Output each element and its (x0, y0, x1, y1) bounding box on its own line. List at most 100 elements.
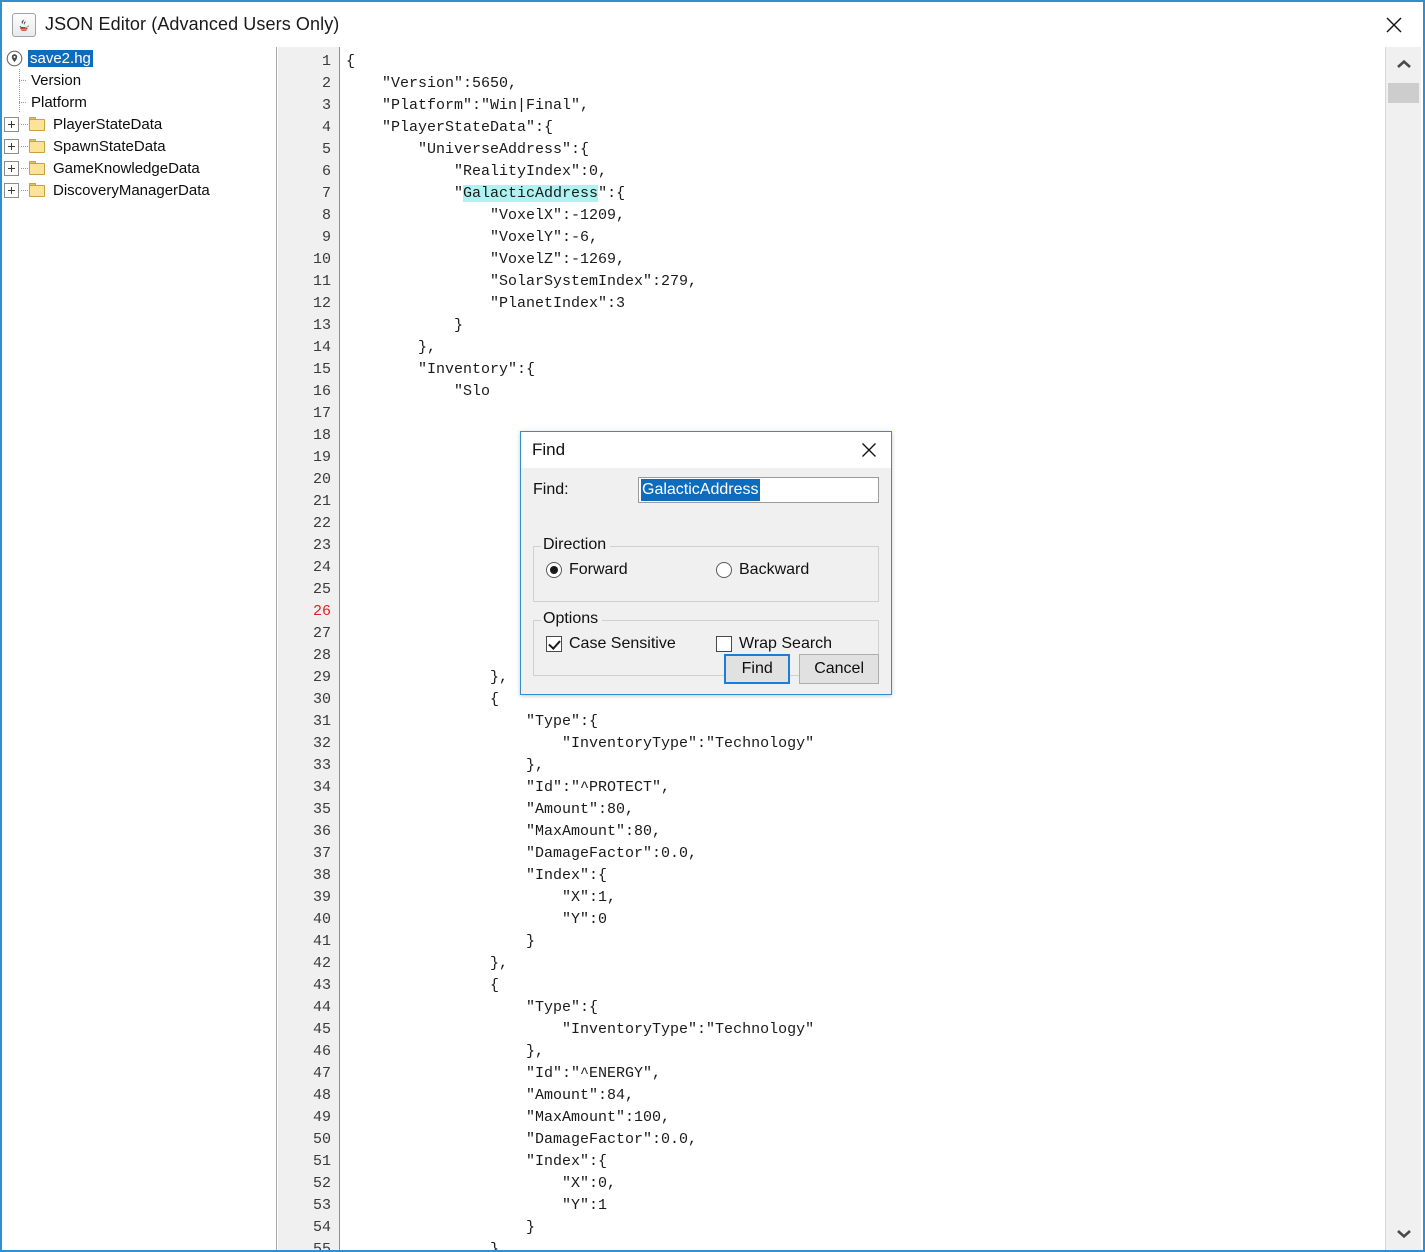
line-number: 52 (312, 1175, 331, 1192)
checkbox-case-sensitive[interactable]: Case Sensitive (546, 635, 716, 653)
line-number: 41 (312, 933, 331, 950)
line-number: 38 (312, 867, 331, 884)
code-line: }, (346, 757, 545, 774)
code-line: "Index":{ (346, 1153, 608, 1170)
line-number: 11 (312, 273, 331, 290)
line-number: 9 (321, 229, 331, 246)
code-line: }, (346, 955, 509, 972)
radio-forward[interactable]: Forward (546, 561, 716, 579)
scrollbar-thumb[interactable] (1388, 83, 1419, 103)
folder-icon (29, 161, 45, 175)
code-line: "Inventory":{ (346, 361, 536, 378)
tree-node-label: PlayerStateData (53, 115, 163, 133)
code-line: "InventoryType":"Technology" (346, 1021, 815, 1038)
radio-backward[interactable]: Backward (716, 561, 809, 579)
expand-icon[interactable] (4, 138, 19, 154)
line-number: 48 (312, 1087, 331, 1104)
cancel-button[interactable]: Cancel (799, 654, 879, 684)
code-line: "X":1, (346, 889, 617, 906)
line-number: 15 (312, 361, 331, 378)
tree-root-save2hg[interactable]: save2.hg (4, 47, 276, 69)
tree-item-version[interactable]: Version (4, 69, 276, 91)
expand-icon[interactable] (4, 160, 19, 176)
close-icon[interactable] (849, 432, 889, 468)
code-line: } (346, 933, 536, 950)
expand-icon[interactable] (4, 116, 19, 132)
line-number: 18 (312, 427, 331, 444)
line-number: 3 (321, 97, 331, 114)
code-line: "Version":5650, (346, 75, 518, 92)
line-number: 25 (312, 581, 331, 598)
options-legend: Options (541, 610, 603, 628)
radio-forward-label: Forward (569, 561, 628, 578)
line-number: 36 (312, 823, 331, 840)
tree-item-playerstatedata[interactable]: PlayerStateData (4, 113, 276, 135)
chevron-up-icon[interactable] (1386, 47, 1421, 81)
search-input[interactable]: GalacticAddress (638, 477, 879, 503)
code-line: "Amount":84, (346, 1087, 635, 1104)
tree-item-spawnstatedata[interactable]: SpawnStateData (4, 135, 276, 157)
line-number: 51 (312, 1153, 331, 1170)
json-editor-window: JSON Editor (Advanced Users Only) save2.… (0, 0, 1425, 1252)
window-content: save2.hg Version Platform PlayerStateDat… (2, 47, 1423, 1250)
code-line: { (346, 53, 356, 70)
line-number: 32 (312, 735, 331, 752)
tree-item-discoverymanagerdata[interactable]: DiscoveryManagerData (4, 179, 276, 201)
line-number: 22 (312, 515, 331, 532)
tree-item-gameknowledgedata[interactable]: GameKnowledgeData (4, 157, 276, 179)
find-dialog-body: Find: GalacticAddress Direction Forward (521, 468, 891, 694)
line-number: 4 (321, 119, 331, 136)
line-number: 44 (312, 999, 331, 1016)
code-line: "MaxAmount":100, (346, 1109, 671, 1126)
line-number: 26 (312, 603, 331, 620)
code-line: } (346, 1219, 536, 1236)
tree-item-platform[interactable]: Platform (4, 91, 276, 113)
line-number: 12 (312, 295, 331, 312)
line-number: 39 (312, 889, 331, 906)
code-line: "Amount":80, (346, 801, 635, 818)
code-line: "Id":"^PROTECT", (346, 779, 671, 796)
close-icon[interactable] (1371, 2, 1417, 47)
code-line: } (346, 317, 464, 334)
window-title: JSON Editor (Advanced Users Only) (45, 14, 340, 34)
line-number: 13 (312, 317, 331, 334)
chevron-down-icon[interactable] (1386, 1216, 1421, 1250)
code-line: "SolarSystemIndex":279, (346, 273, 698, 290)
line-number: 23 (312, 537, 331, 554)
code-line: "Type":{ (346, 999, 599, 1016)
code-line: "GalacticAddress":{ (346, 185, 626, 202)
line-number: 19 (312, 449, 331, 466)
code-line: }, (346, 1043, 545, 1060)
search-input-value: GalacticAddress (641, 479, 760, 501)
case-sensitive-label: Case Sensitive (569, 635, 676, 652)
json-tree-panel[interactable]: save2.hg Version Platform PlayerStateDat… (4, 47, 277, 1250)
code-line: "VoxelX":-1209, (346, 207, 626, 224)
line-number: 43 (312, 977, 331, 994)
radio-backward-label: Backward (739, 561, 810, 578)
line-number: 21 (312, 493, 331, 510)
tree-node-label: SpawnStateData (53, 137, 166, 155)
code-line: "Id":"^ENERGY", (346, 1065, 662, 1082)
line-number: 14 (312, 339, 331, 356)
find-button[interactable]: Find (724, 654, 791, 684)
vertical-scrollbar[interactable] (1385, 47, 1421, 1250)
tree-connector (21, 189, 28, 191)
line-number: 30 (312, 691, 331, 708)
tree-node-label: save2.hg (28, 49, 93, 67)
folder-icon (29, 183, 45, 197)
line-number-gutter: 1 2 3 4 5 6 7 8 9 10 11 12 13 14 15 16 17 18 19 20 21 22 23 24 2… (278, 47, 340, 1250)
line-number: 54 (312, 1219, 331, 1236)
code-line: { (346, 977, 500, 994)
line-number: 42 (312, 955, 331, 972)
line-number: 7 (321, 185, 331, 202)
direction-group: Direction Forward Backward (533, 536, 879, 602)
code-line: "Index":{ (346, 867, 608, 884)
line-number: 29 (312, 669, 331, 686)
window-titlebar: JSON Editor (Advanced Users Only) (2, 2, 1423, 47)
checkbox-wrap-search[interactable]: Wrap Search (716, 635, 832, 653)
tree-connector (12, 69, 27, 91)
line-number: 49 (312, 1109, 331, 1126)
tree-node-label: Version (31, 71, 82, 89)
expand-icon[interactable] (4, 182, 19, 198)
